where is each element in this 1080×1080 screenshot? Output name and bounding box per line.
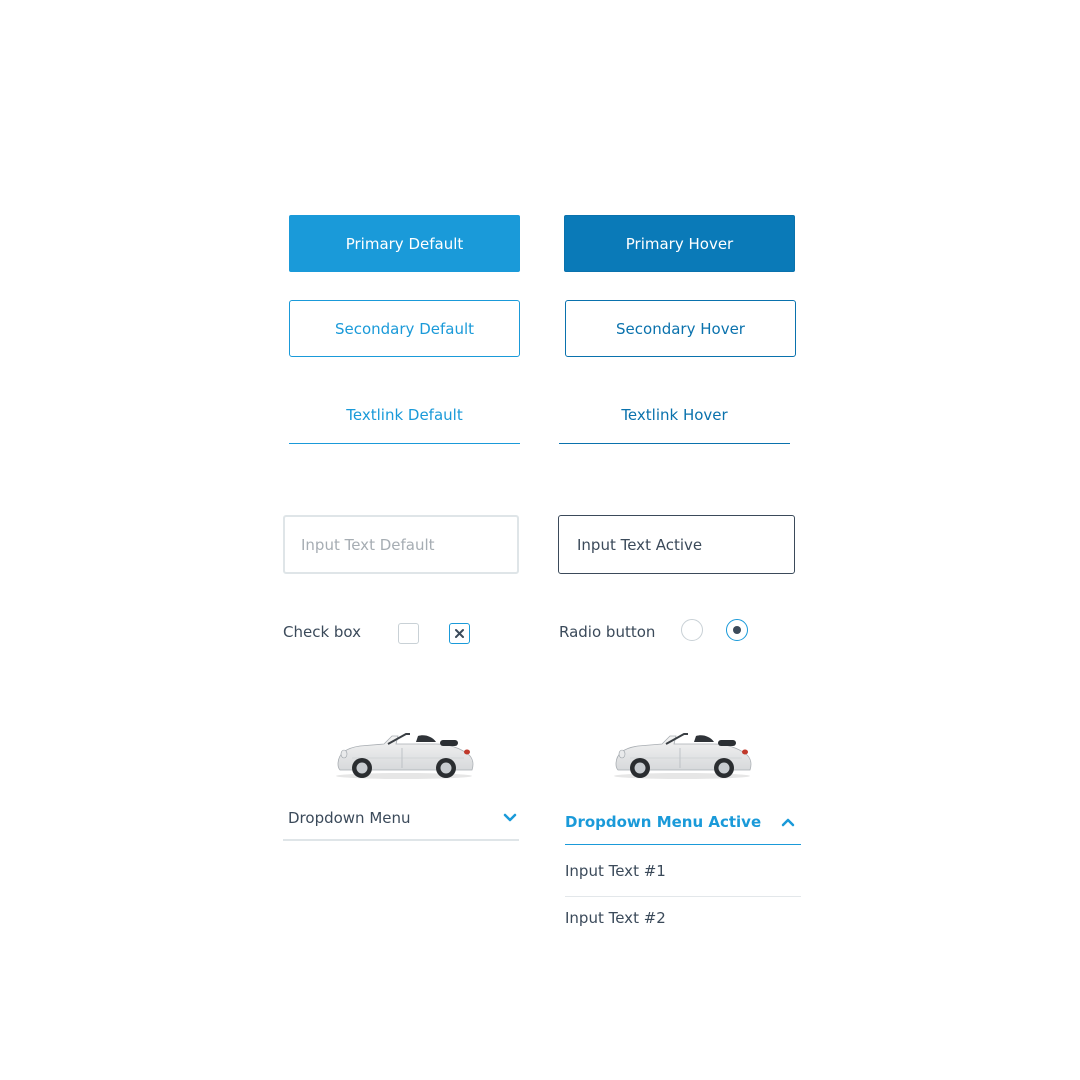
- radio-label: Radio button: [559, 623, 656, 641]
- secondary-default-label: Secondary Default: [334, 319, 474, 338]
- radio-unchecked[interactable]: [681, 619, 703, 641]
- primary-default-button[interactable]: Primary Default: [289, 215, 520, 272]
- dropdown-active-label: Dropdown Menu Active: [565, 813, 762, 831]
- secondary-hover-label: Secondary Hover: [616, 319, 745, 338]
- textlink-hover-label: Textlink Hover: [621, 405, 728, 424]
- dropdown-option-label: Input Text #1: [565, 862, 666, 880]
- dropdown-menu[interactable]: Dropdown Menu: [283, 797, 519, 841]
- textlink-hover[interactable]: Textlink Hover: [559, 386, 790, 444]
- checkbox-checked[interactable]: [449, 623, 470, 644]
- chevron-down-icon: [503, 813, 517, 823]
- dropdown-label: Dropdown Menu: [288, 809, 411, 827]
- secondary-hover-button[interactable]: Secondary Hover: [565, 300, 796, 357]
- car-image: [614, 733, 752, 779]
- primary-hover-button[interactable]: Primary Hover: [564, 215, 795, 272]
- chevron-up-icon: [781, 817, 795, 827]
- radio-checked[interactable]: [726, 619, 748, 641]
- primary-default-label: Primary Default: [345, 234, 464, 253]
- input-active-value: Input Text Active: [577, 535, 703, 554]
- checkbox-label: Check box: [283, 623, 362, 641]
- primary-hover-label: Primary Hover: [625, 234, 734, 253]
- dropdown-option-label: Input Text #2: [565, 909, 666, 927]
- textlink-default[interactable]: Textlink Default: [289, 386, 520, 444]
- checkbox-unchecked[interactable]: [398, 623, 419, 644]
- input-text-active[interactable]: Input Text Active: [558, 515, 795, 574]
- car-image: [336, 733, 474, 779]
- dropdown-option[interactable]: Input Text #2: [565, 897, 801, 939]
- dropdown-menu-active[interactable]: Dropdown Menu Active: [565, 800, 801, 845]
- close-icon: [455, 629, 464, 638]
- input-text-default[interactable]: Input Text Default: [283, 515, 519, 574]
- dropdown-option[interactable]: Input Text #1: [565, 846, 801, 897]
- secondary-default-button[interactable]: Secondary Default: [289, 300, 520, 357]
- textlink-default-label: Textlink Default: [346, 405, 463, 424]
- radio-dot: [733, 626, 741, 634]
- input-default-placeholder: Input Text Default: [301, 535, 435, 554]
